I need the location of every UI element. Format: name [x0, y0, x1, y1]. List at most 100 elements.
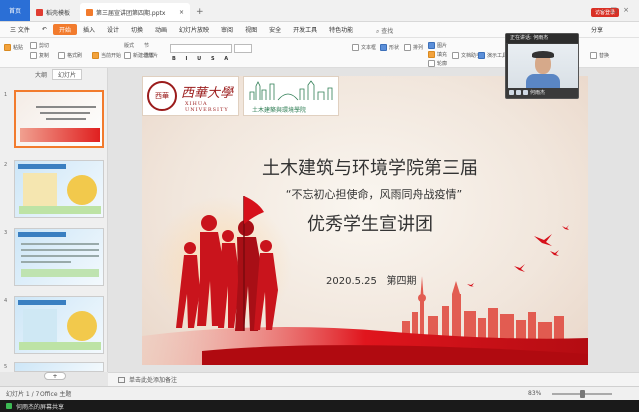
outline-button[interactable]: 轮廓: [428, 60, 447, 67]
menu-file[interactable]: 三 文件: [4, 25, 36, 34]
thumb-number: 5: [4, 364, 8, 370]
video-overlay[interactable]: 正在讲话: 何雨杰 何雨杰: [505, 33, 579, 99]
doc-helper-button[interactable]: 文档助手: [452, 52, 481, 59]
menu-item-6[interactable]: 审阅: [215, 25, 239, 34]
copy-icon: [30, 52, 37, 59]
docer-icon: [36, 8, 43, 16]
thumb-line: [40, 112, 90, 114]
notes-placeholder: 单击此处添加备注: [129, 377, 178, 384]
camera-icon[interactable]: [516, 90, 521, 95]
shape-button[interactable]: 形状: [380, 44, 399, 51]
replace-button[interactable]: 替换: [590, 52, 609, 59]
presenter-icon: [478, 52, 485, 59]
tab-home-label: 首页: [8, 7, 21, 15]
textbox-button[interactable]: 文本框: [352, 44, 376, 51]
arrange-label: 排列: [413, 45, 424, 51]
textbox-icon: [352, 44, 359, 51]
screen-share-label: 何雨杰的屏幕共享: [16, 403, 65, 411]
layout-button[interactable]: 版式: [124, 42, 134, 49]
fill-button[interactable]: 填充: [428, 51, 447, 58]
window-controls[interactable]: –□×: [601, 6, 635, 14]
paste-button[interactable]: 粘贴: [4, 44, 23, 51]
slide-thumbnail-1[interactable]: [14, 90, 104, 148]
font-family-select[interactable]: [170, 44, 232, 53]
play-icon: [92, 52, 99, 59]
xihua-university-logo: 西華 西華大學 XIHUA UNIVERSITY: [142, 76, 239, 116]
picture-button[interactable]: 图片: [428, 42, 447, 49]
slide-canvas: 西華 西華大學 XIHUA UNIVERSITY 土木建築與環境學院 土木建筑与…: [108, 68, 639, 372]
menu-item-1[interactable]: 插入: [77, 25, 101, 34]
screen-share-icon: [6, 403, 12, 409]
thumb-line: [36, 106, 96, 108]
search-label: 查找: [381, 28, 394, 35]
city-skyline: [402, 276, 564, 341]
slide-title-line2: “不忘初心担使命，风雨同舟战疫情”: [285, 188, 463, 201]
tab-document-title: 第三届宣讲团第四期.pptx: [86, 8, 165, 17]
slide[interactable]: 西華 西華大學 XIHUA UNIVERSITY 土木建築與環境學院 土木建筑与…: [142, 76, 588, 365]
current-start-label: 当前开始: [101, 53, 122, 59]
college-logo: 土木建築與環境學院: [243, 76, 339, 116]
menu-item-0[interactable]: 开始: [52, 24, 77, 35]
thumb-header: [18, 164, 66, 169]
slide-issue: 第四期: [386, 276, 417, 287]
menu-item-7[interactable]: 视图: [239, 25, 263, 34]
menu-undo-icon[interactable]: ↶: [36, 26, 53, 33]
thumb-number: 1: [4, 92, 8, 98]
section-button[interactable]: 节: [144, 42, 149, 49]
new-slide-icon: [124, 52, 131, 59]
share-button[interactable]: 分享: [585, 25, 609, 34]
user-icon: [509, 90, 514, 95]
pptx-icon: [86, 8, 94, 16]
outline-label: 轮廓: [437, 61, 448, 67]
zoom-slider-handle[interactable]: [580, 390, 585, 398]
add-slide-button[interactable]: +: [44, 372, 66, 380]
format-painter-label: 格式刷: [67, 53, 83, 59]
menu-item-2[interactable]: 设计: [101, 25, 125, 34]
microphone-icon[interactable]: [523, 90, 528, 95]
presenter-tools-button[interactable]: 演示工具: [478, 52, 507, 59]
slide-thumbnail-5[interactable]: [14, 362, 104, 372]
thumb-line: [46, 118, 86, 120]
tab-outline[interactable]: 大纲: [30, 70, 52, 79]
theme-name: Office 主题: [40, 391, 72, 398]
zoom-level[interactable]: 83%: [528, 390, 541, 397]
slide-counter: 幻灯片 1 / 7: [6, 391, 40, 398]
slide-thumbnail-2[interactable]: [14, 160, 104, 218]
slide-thumbnail-3[interactable]: [14, 228, 104, 286]
menu-item-4[interactable]: 动画: [149, 25, 173, 34]
search-button[interactable]: ⌕ 查找: [376, 26, 393, 36]
panel-tabs: 大纲 幻灯片: [0, 68, 107, 80]
layout-label: 版式: [124, 43, 135, 49]
thumb-target: [67, 311, 97, 341]
cut-icon: [30, 42, 37, 49]
new-tab-icon[interactable]: +: [190, 3, 210, 21]
cut-button[interactable]: 剪切: [30, 42, 49, 49]
tab-home[interactable]: 首页: [0, 0, 30, 21]
college-skyline-icon: [249, 80, 333, 101]
format-painter-icon: [58, 52, 65, 59]
tab-template[interactable]: 稻壳模板: [30, 3, 76, 21]
tab-close-icon[interactable]: ×: [179, 9, 184, 16]
menu-item-10[interactable]: 特色功能: [323, 25, 359, 34]
arrange-button[interactable]: 排列: [404, 44, 423, 51]
format-painter-button[interactable]: 格式刷: [58, 52, 82, 59]
menu-item-9[interactable]: 开发工具: [287, 25, 323, 34]
current-start-button[interactable]: 当前开始: [92, 52, 121, 59]
slide-thumbnail-4[interactable]: [14, 296, 104, 354]
arrange-icon: [404, 44, 411, 51]
notes-pane[interactable]: 单击此处添加备注: [108, 372, 639, 386]
menu-item-8[interactable]: 安全: [263, 25, 287, 34]
text-format-buttons[interactable]: B I U S A: [172, 56, 232, 62]
menu-item-5[interactable]: 幻灯片放映: [173, 25, 215, 34]
reset-button[interactable]: 重置: [144, 52, 154, 59]
menu-item-3[interactable]: 切换: [125, 25, 149, 34]
copy-button[interactable]: 复制: [30, 52, 49, 59]
tab-slides[interactable]: 幻灯片: [52, 68, 83, 80]
textbox-label: 文本框: [361, 45, 377, 51]
thumb-red-band: [20, 128, 100, 142]
font-size-select[interactable]: [234, 44, 252, 53]
tab-document[interactable]: 第三届宣讲团第四期.pptx ×: [80, 3, 191, 21]
thumb-number: 3: [4, 230, 8, 236]
overlay-controls: 何雨杰: [506, 87, 578, 98]
picture-icon: [428, 42, 435, 49]
